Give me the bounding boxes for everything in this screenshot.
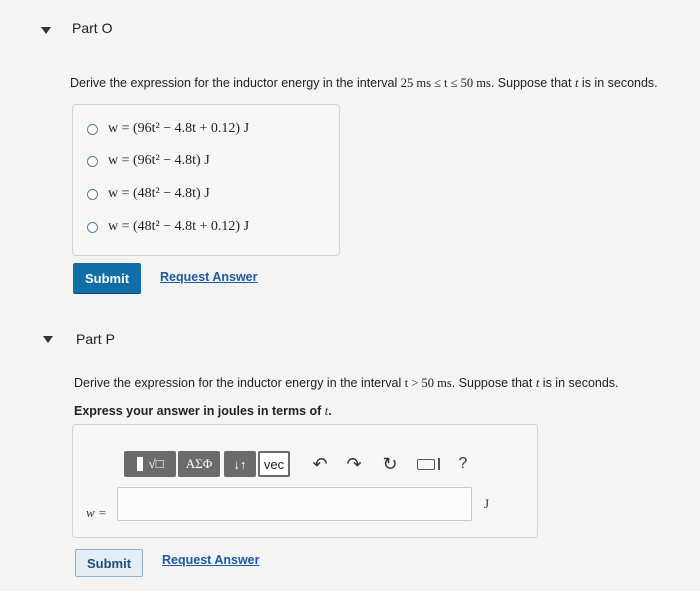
help-icon[interactable]: ? <box>455 452 471 476</box>
redo-icon[interactable]: ↷ <box>344 452 364 476</box>
arrows-button[interactable]: ↓↑ <box>224 451 256 477</box>
part-p-request-answer-link[interactable]: Request Answer <box>162 553 259 567</box>
radio-button[interactable] <box>87 123 98 135</box>
multiple-choice-options: w = (96t² − 4.8t + 0.12) J w = (96t² − 4… <box>72 104 340 256</box>
interval-math: 25 ms ≤ t ≤ 50 ms <box>400 76 491 90</box>
part-o-submit-button[interactable]: Submit <box>73 263 141 293</box>
option-1[interactable]: w = (96t² − 4.8t + 0.12) J <box>87 119 249 139</box>
templates-button[interactable]: √□ <box>124 451 176 477</box>
part-p-title: Part P <box>76 331 115 347</box>
answer-unit: J <box>484 496 490 511</box>
answer-input[interactable] <box>117 487 472 521</box>
vector-button[interactable]: vec <box>258 451 290 477</box>
collapse-caret-icon[interactable] <box>43 336 53 343</box>
option-4[interactable]: w = (48t² − 4.8t + 0.12) J <box>87 217 249 237</box>
part-o-request-answer-link[interactable]: Request Answer <box>160 270 257 284</box>
undo-icon[interactable]: ↶ <box>310 452 330 476</box>
reset-icon[interactable]: ↻ <box>380 452 400 476</box>
option-3[interactable]: w = (48t² − 4.8t) J <box>87 184 210 204</box>
collapse-caret-icon[interactable] <box>41 27 51 34</box>
radio-button[interactable] <box>87 155 98 167</box>
template-box-icon <box>136 457 143 471</box>
radio-button[interactable] <box>87 221 98 233</box>
option-2[interactable]: w = (96t² − 4.8t) J <box>87 151 210 171</box>
part-o-prompt: Derive the expression for the inductor e… <box>70 76 658 90</box>
part-o-title: Part O <box>72 20 113 36</box>
answer-prefix: w = <box>86 505 107 520</box>
part-p-submit-button[interactable]: Submit <box>75 549 143 577</box>
greek-symbols-button[interactable]: ΑΣΦ <box>178 451 220 477</box>
keyboard-icon[interactable] <box>415 455 441 473</box>
part-p-instruction: Express your answer in joules in terms o… <box>74 404 332 418</box>
interval-math: t > 50 ms <box>404 376 452 390</box>
radio-button[interactable] <box>87 188 98 200</box>
part-p-prompt: Derive the expression for the inductor e… <box>74 376 619 390</box>
